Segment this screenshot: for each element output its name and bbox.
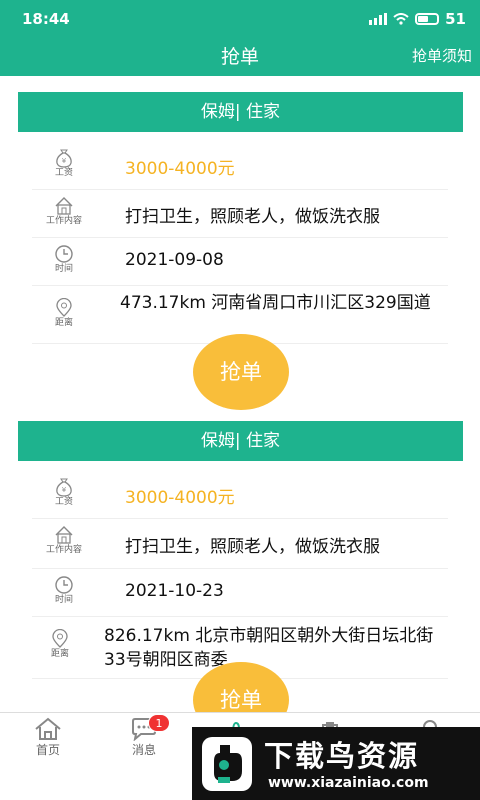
work-content-caption: 工作内容 bbox=[45, 545, 82, 555]
location-pin-icon bbox=[56, 298, 72, 317]
order-list[interactable]: 保姆| 住家 ¥ 工资 3000-4000元 工作内容 打扫卫生，照顾老人，做饭… bbox=[0, 76, 480, 712]
location-pin-icon bbox=[52, 629, 68, 648]
title-bar: 抢单 抢单须知 bbox=[0, 36, 480, 76]
time-row: 时间 2021-09-08 bbox=[32, 238, 448, 286]
house-icon bbox=[55, 526, 73, 544]
salary-caption: 工资 bbox=[54, 168, 73, 178]
salary-value: 3000-4000元 bbox=[125, 488, 235, 508]
salary-value: 3000-4000元 bbox=[125, 159, 235, 179]
distance-icon-group: 距离 bbox=[36, 298, 92, 329]
battery-level: 51 bbox=[445, 10, 466, 28]
status-bar: 18:44 51 bbox=[0, 0, 480, 36]
svg-text:¥: ¥ bbox=[62, 486, 67, 494]
watermark-url: www.xiazainiao.com bbox=[268, 775, 429, 791]
wifi-icon bbox=[393, 13, 409, 25]
money-bag-icon: ¥ bbox=[56, 149, 72, 168]
work-content-row: 工作内容 打扫卫生，照顾老人，做饭洗衣服 bbox=[32, 190, 448, 238]
clock-icon bbox=[55, 245, 73, 263]
order-category-header: 保姆| 住家 bbox=[18, 421, 463, 461]
work-content-value: 打扫卫生，照顾老人，做饭洗衣服 bbox=[125, 537, 380, 557]
clock-icon bbox=[55, 576, 73, 594]
bird-logo-icon bbox=[214, 745, 242, 783]
order-card: 保姆| 住家 ¥ 工资 3000-4000元 工作内容 打扫卫生，照顾老人，做饭… bbox=[0, 76, 480, 410]
work-content-row: 工作内容 打扫卫生，照顾老人，做饭洗衣服 bbox=[32, 519, 448, 569]
work-icon-group: 工作内容 bbox=[36, 196, 92, 227]
order-card: 保姆| 住家 ¥ 工资 3000-4000元 工作内容 打扫卫生，照顾老人，做饭… bbox=[0, 406, 480, 712]
messages-badge: 1 bbox=[148, 714, 170, 732]
page-title: 抢单 bbox=[220, 46, 259, 68]
work-icon-group: 工作内容 bbox=[36, 525, 92, 556]
time-icon-group: 时间 bbox=[36, 244, 92, 275]
salary-icon-group: ¥ 工资 bbox=[36, 148, 92, 179]
distance-icon-group: 距离 bbox=[32, 629, 88, 660]
date-value: 2021-09-08 bbox=[125, 250, 224, 270]
watermark-banner: 下载鸟资源 www.xiazainiao.com bbox=[192, 727, 480, 800]
salary-row: ¥ 工资 3000-4000元 bbox=[32, 471, 448, 519]
watermark-title: 下载鸟资源 bbox=[264, 739, 420, 773]
time-row: 时间 2021-10-23 bbox=[32, 569, 448, 617]
money-bag-icon: ¥ bbox=[56, 478, 72, 497]
signal-icon bbox=[369, 13, 388, 25]
salary-caption: 工资 bbox=[54, 497, 73, 507]
distance-caption: 距离 bbox=[50, 649, 69, 659]
house-icon bbox=[55, 197, 73, 215]
battery-icon bbox=[415, 13, 440, 25]
status-time: 18:44 bbox=[22, 10, 70, 28]
date-value: 2021-10-23 bbox=[125, 581, 224, 601]
tab-home-label: 首页 bbox=[35, 743, 60, 757]
distance-address-value: 826.17km 北京市朝阳区朝外大街日坛北街33号朝阳区商委 bbox=[104, 626, 434, 670]
salary-row: ¥ 工资 3000-4000元 bbox=[32, 142, 448, 190]
order-category-header: 保姆| 住家 bbox=[18, 92, 463, 132]
tab-messages-label: 消息 bbox=[131, 743, 156, 757]
svg-text:¥: ¥ bbox=[62, 157, 67, 165]
grab-notice-link[interactable]: 抢单须知 bbox=[412, 45, 472, 66]
tab-home[interactable]: 首页 bbox=[18, 717, 78, 758]
time-icon-group: 时间 bbox=[36, 575, 92, 606]
work-content-value: 打扫卫生，照顾老人，做饭洗衣服 bbox=[125, 207, 380, 227]
distance-caption: 距离 bbox=[54, 318, 73, 328]
status-icons: 51 bbox=[369, 10, 466, 28]
watermark-logo bbox=[202, 737, 252, 791]
grab-order-button[interactable]: 抢单 bbox=[193, 334, 289, 410]
salary-icon-group: ¥ 工资 bbox=[36, 477, 92, 508]
time-caption: 时间 bbox=[54, 595, 73, 605]
home-icon bbox=[35, 717, 61, 740]
work-content-caption: 工作内容 bbox=[45, 216, 82, 226]
time-caption: 时间 bbox=[54, 264, 73, 274]
distance-address-value: 473.17km 河南省周口市川汇区329国道 bbox=[120, 293, 431, 313]
